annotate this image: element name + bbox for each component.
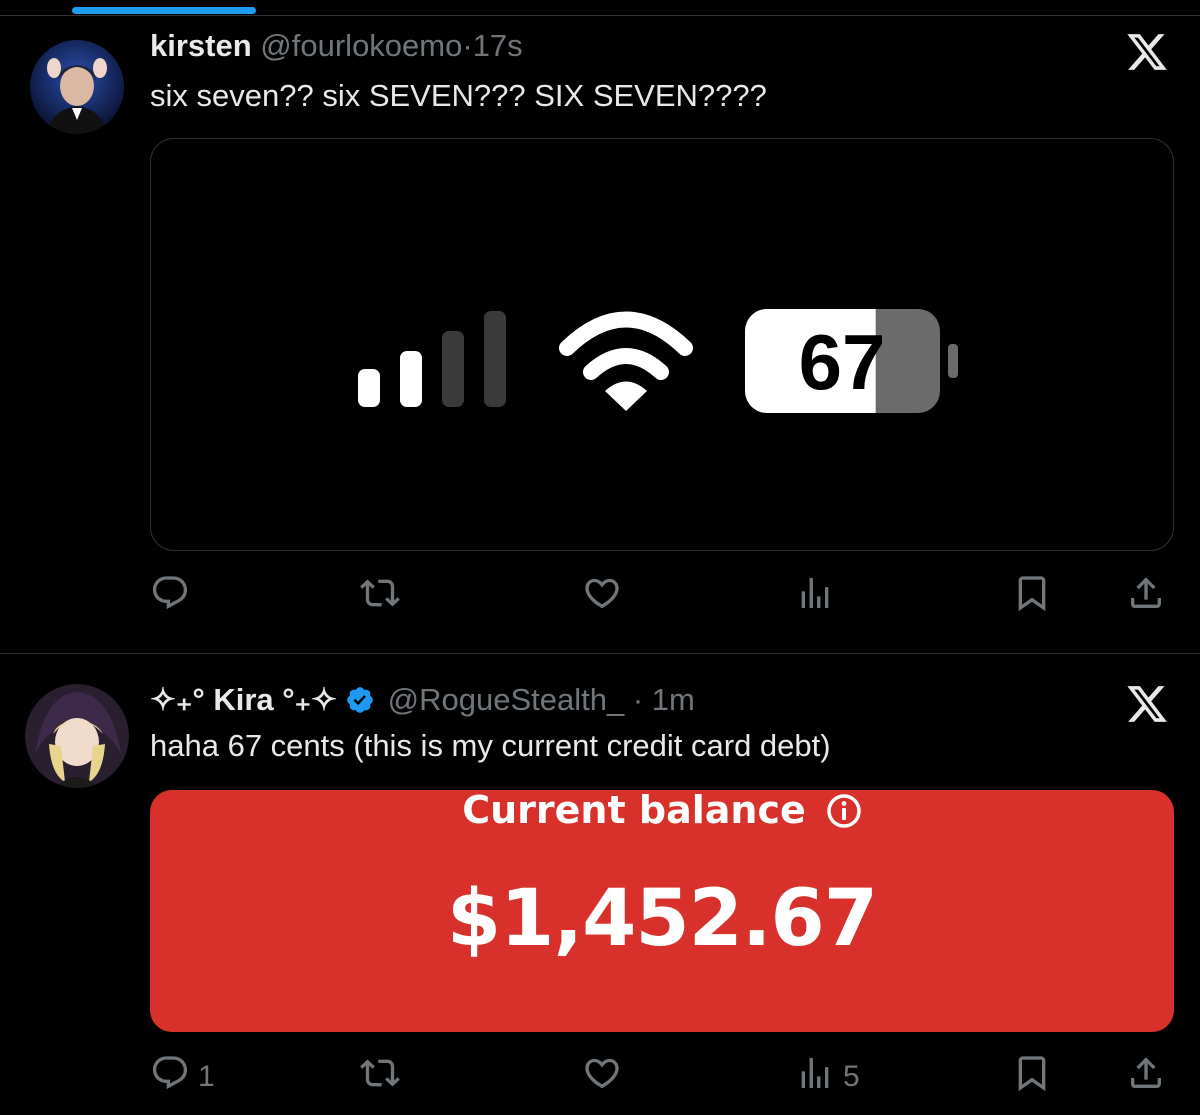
like-button[interactable] xyxy=(582,1055,622,1099)
retweet-icon xyxy=(360,1053,400,1101)
views-button[interactable] xyxy=(795,575,843,619)
signal-bar-1 xyxy=(358,369,380,407)
share-icon xyxy=(1126,1053,1166,1101)
signal-bar-4 xyxy=(484,311,506,407)
x-logo-icon[interactable] xyxy=(1124,30,1170,74)
tab-indicator xyxy=(72,7,256,14)
retweet-button[interactable] xyxy=(360,1055,400,1099)
share-button[interactable] xyxy=(1126,575,1166,619)
separator-dot: · xyxy=(632,682,644,717)
balance-label-row: Current balance xyxy=(150,790,1174,832)
like-icon xyxy=(582,1053,622,1101)
reply-icon xyxy=(150,1053,190,1101)
tweet-actions xyxy=(150,575,1175,619)
display-name[interactable]: kirsten xyxy=(150,28,252,63)
share-button[interactable] xyxy=(1126,1055,1166,1099)
bookmark-icon xyxy=(1012,573,1052,621)
tweet-actions: 1 5 xyxy=(150,1055,1175,1099)
wifi-icon xyxy=(559,311,693,380)
tweet-text: haha 67 cents (this is my current credit… xyxy=(150,728,831,763)
tweet-header: kirsten @fourlokoemo·17s xyxy=(150,28,523,64)
display-name[interactable]: ✧₊° Kira °₊✧ xyxy=(150,682,337,717)
tweet[interactable]: kirsten @fourlokoemo·17s six seven?? six… xyxy=(0,16,1200,652)
like-icon xyxy=(582,573,622,621)
share-icon xyxy=(1126,573,1166,621)
bookmark-icon xyxy=(1012,1053,1052,1101)
like-button[interactable] xyxy=(582,575,622,619)
tweet[interactable]: ✧₊° Kira °₊✧ @RogueStealth_ · 1m haha 67… xyxy=(0,653,1200,1115)
avatar[interactable] xyxy=(30,40,124,134)
media-image[interactable]: Current balance $1,452.67 xyxy=(150,790,1174,1032)
media-image[interactable]: 67 xyxy=(150,138,1174,551)
reply-count: 1 xyxy=(198,1060,215,1093)
views-count: 5 xyxy=(843,1060,860,1093)
separator-dot: · xyxy=(462,28,473,63)
user-handle[interactable]: @RogueStealth_ xyxy=(388,682,625,717)
battery-percent: 67 xyxy=(799,318,886,406)
views-button[interactable]: 5 xyxy=(795,1055,860,1099)
info-icon xyxy=(826,793,862,829)
battery-cap xyxy=(948,344,958,378)
avatar[interactable] xyxy=(25,684,129,788)
x-logo-icon[interactable] xyxy=(1124,682,1170,726)
tweet-header: ✧₊° Kira °₊✧ @RogueStealth_ · 1m xyxy=(150,682,695,718)
balance-label: Current balance xyxy=(462,790,806,832)
balance-amount: $1,452.67 xyxy=(446,874,878,964)
bookmark-button[interactable] xyxy=(1012,575,1052,619)
verified-badge-icon xyxy=(345,685,375,715)
timestamp[interactable]: 17s xyxy=(473,28,523,63)
views-icon xyxy=(795,573,835,621)
bookmark-button[interactable] xyxy=(1012,1055,1052,1099)
status-bar-graphic: 67 xyxy=(358,309,958,413)
reply-button[interactable] xyxy=(150,575,198,619)
timestamp[interactable]: 1m xyxy=(652,682,695,717)
reply-button[interactable]: 1 xyxy=(150,1055,215,1099)
views-icon xyxy=(795,1053,835,1101)
reply-icon xyxy=(150,573,190,621)
retweet-button[interactable] xyxy=(360,575,400,619)
retweet-icon xyxy=(360,573,400,621)
signal-bar-3 xyxy=(442,331,464,407)
user-handle[interactable]: @fourlokoemo xyxy=(260,28,462,63)
top-bar xyxy=(0,0,1200,16)
signal-bar-2 xyxy=(400,351,422,407)
wifi-dot xyxy=(605,381,647,411)
tweet-text: six seven?? six SEVEN??? SIX SEVEN???? xyxy=(150,78,767,113)
